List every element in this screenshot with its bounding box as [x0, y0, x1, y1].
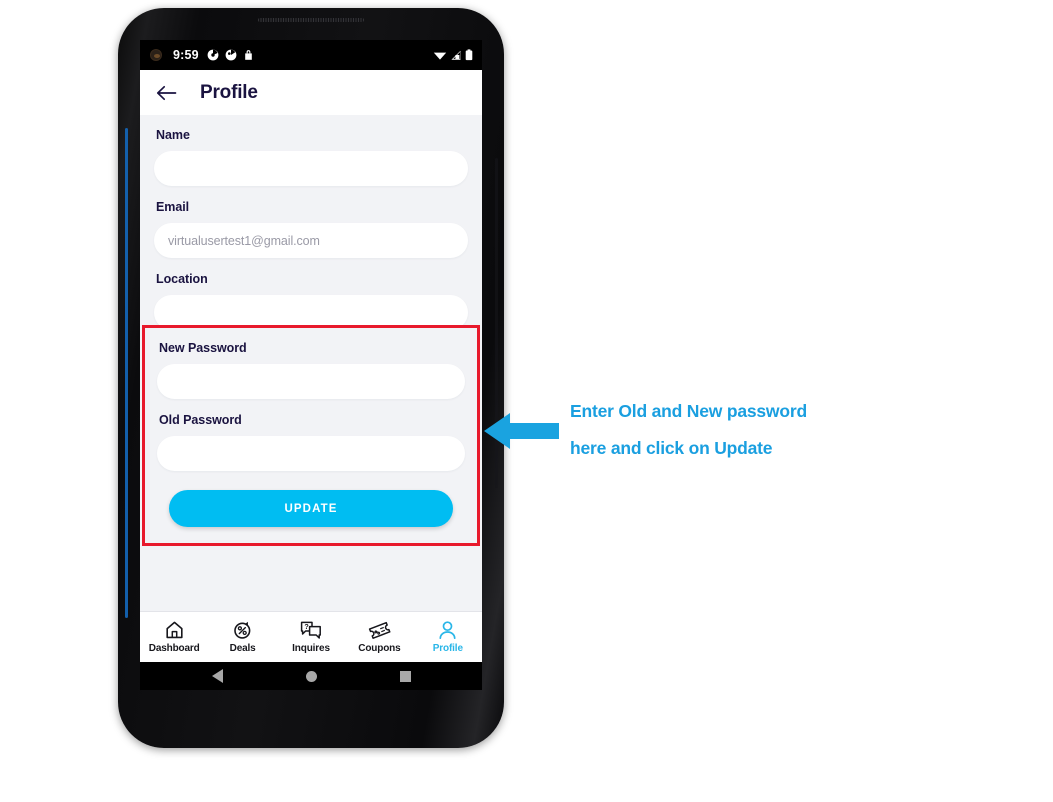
field-label-new-password: New Password	[159, 341, 247, 355]
nav-label-coupons: Coupons	[358, 643, 401, 654]
bottom-navigation-bar: Dashboard Deals ? Inquires Coupons Profi…	[140, 611, 482, 662]
svg-text:?: ?	[304, 622, 308, 631]
partial-circle-icon	[225, 49, 237, 61]
field-label-location: Location	[156, 272, 208, 286]
old-password-input[interactable]	[157, 436, 465, 471]
phone-device-mockup: 9:59 Profile Name Email virtualusertest1…	[118, 8, 504, 748]
chat-question-icon: ?	[300, 621, 321, 639]
annotation-callout-text: Enter Old and New password here and clic…	[570, 393, 910, 467]
field-label-name: Name	[156, 128, 190, 142]
nav-label-inquires: Inquires	[292, 643, 330, 654]
android-recents-button[interactable]	[399, 670, 411, 682]
android-back-button[interactable]	[211, 669, 223, 683]
nav-item-coupons[interactable]: Coupons	[345, 620, 413, 654]
email-input[interactable]: virtualusertest1@gmail.com	[154, 223, 468, 258]
coupon-ticket-icon	[368, 621, 391, 639]
nav-item-deals[interactable]: Deals	[208, 620, 276, 654]
android-navigation-bar	[140, 662, 482, 690]
nav-item-profile[interactable]: Profile	[414, 620, 482, 654]
field-label-email: Email	[156, 200, 190, 214]
nav-label-profile: Profile	[432, 643, 463, 654]
phone-earpiece-speaker	[258, 18, 364, 22]
email-input-value: virtualusertest1@gmail.com	[168, 233, 320, 248]
name-input[interactable]	[154, 151, 468, 186]
profile-form: Name Email virtualusertest1@gmail.com Lo…	[140, 115, 482, 631]
battery-icon	[465, 49, 473, 61]
status-bar-notification-icons	[207, 49, 254, 61]
field-label-old-password: Old Password	[159, 413, 242, 427]
discount-tag-icon	[234, 621, 251, 639]
nav-item-inquires[interactable]: ? Inquires	[277, 620, 345, 654]
nav-label-deals: Deals	[229, 643, 256, 654]
wifi-icon	[433, 52, 447, 60]
nav-item-dashboard[interactable]: Dashboard	[140, 620, 208, 654]
phone-left-rim-accent	[125, 128, 128, 618]
page-title: Profile	[200, 81, 258, 103]
account-avatar-icon	[150, 49, 162, 61]
annotation-arrow-icon	[484, 413, 559, 449]
partial-circle-icon	[207, 49, 219, 61]
new-password-input[interactable]	[157, 364, 465, 399]
annotation-line-1: Enter Old and New password	[570, 401, 807, 421]
phone-screen: 9:59 Profile Name Email virtualusertest1…	[140, 40, 482, 690]
annotation-line-2: here and click on Update	[570, 438, 773, 458]
app-bar: Profile	[140, 70, 482, 115]
status-bar-system-icons	[433, 49, 473, 61]
person-icon	[439, 621, 456, 640]
android-home-button[interactable]	[305, 670, 317, 682]
nav-label-dashboard: Dashboard	[148, 643, 200, 654]
arrow-left-icon	[156, 85, 177, 100]
home-icon	[166, 621, 183, 639]
password-section-highlight: New Password Old Password UPDATE	[142, 325, 480, 546]
lock-icon	[245, 50, 252, 60]
update-button-label: UPDATE	[284, 502, 338, 515]
back-button[interactable]	[156, 85, 177, 101]
update-button[interactable]: UPDATE	[169, 490, 453, 527]
status-bar-clock: 9:59	[173, 48, 199, 62]
android-status-bar: 9:59	[140, 40, 482, 70]
cellular-signal-icon	[451, 50, 461, 60]
